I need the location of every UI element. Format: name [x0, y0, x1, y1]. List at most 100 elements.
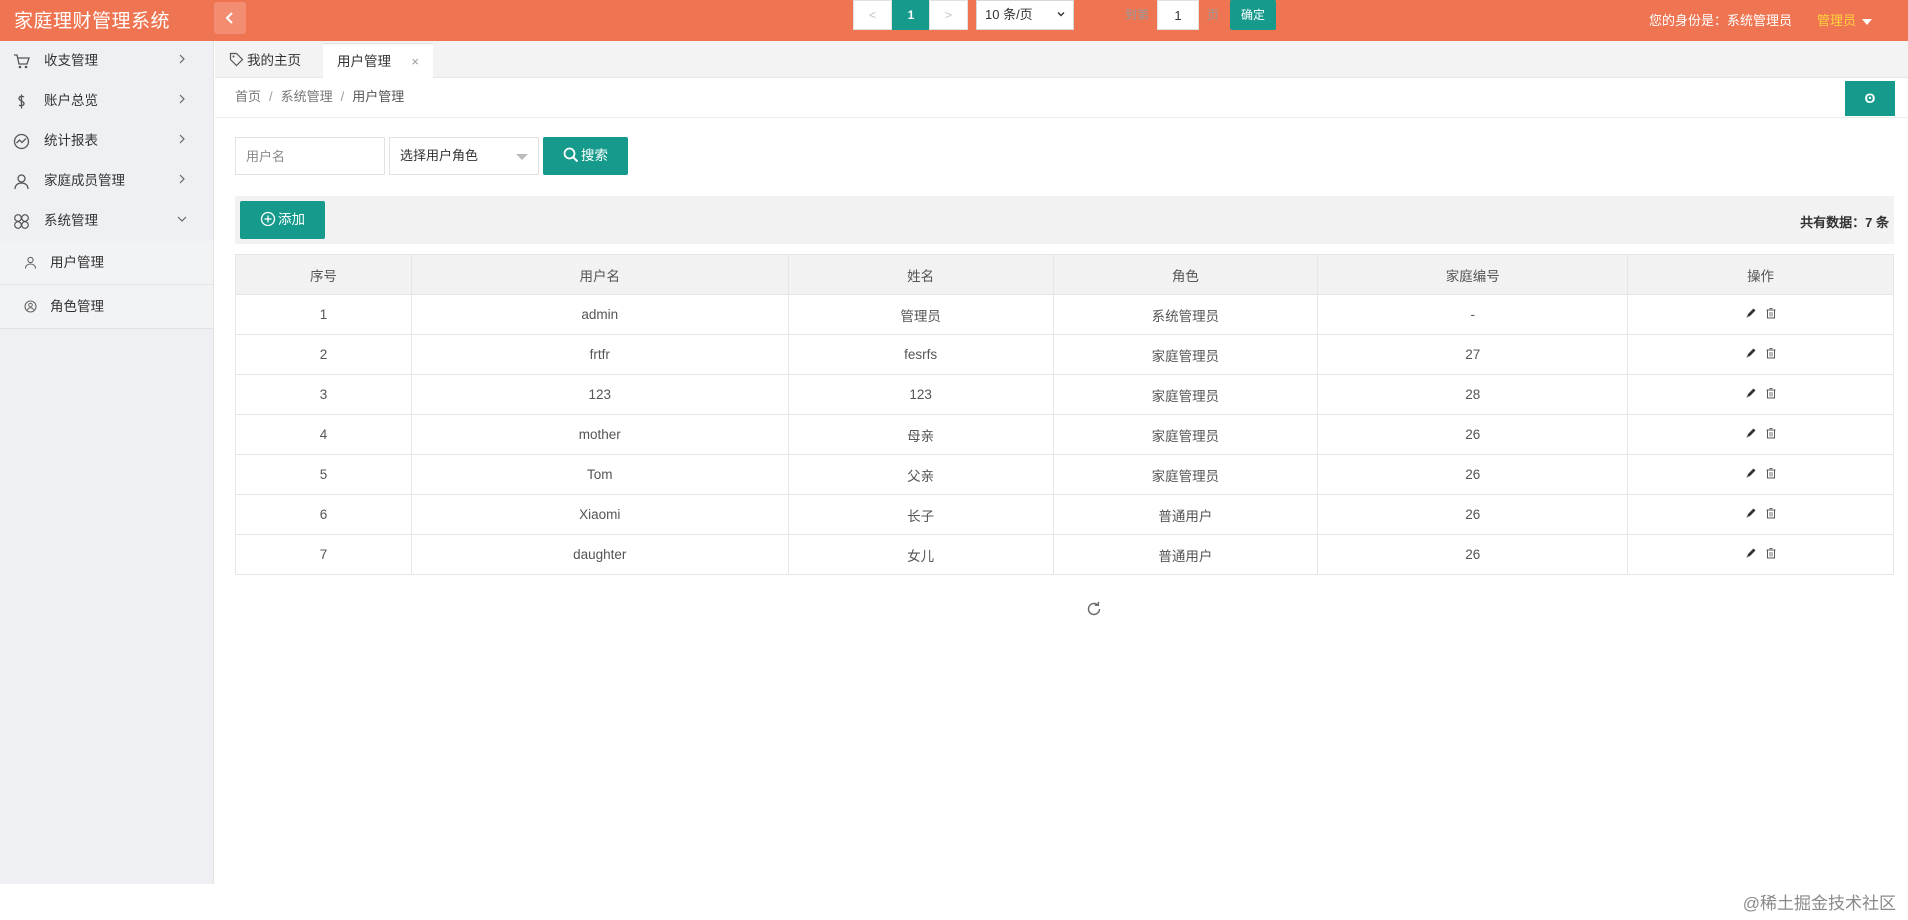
breadcrumb-home[interactable]: 首页 — [235, 89, 261, 104]
tab-user-management[interactable]: 用户管理 × — [323, 43, 433, 78]
sidebar-item-label: 收支管理 — [44, 53, 98, 68]
table-body: 1 admin 管理员 系统管理员 -2 frtfr fesrfs 家庭管理员 27 3 123 12… — [235, 294, 1894, 575]
tab-bar: 我的主页 用户管理 × — [215, 41, 1908, 78]
sidebar-item-reports[interactable]: 统计报表 — [0, 121, 213, 161]
table-cell: 母亲 — [787, 414, 1054, 455]
prev-page-button[interactable]: < — [853, 0, 892, 30]
table-cell: Tom — [410, 454, 789, 495]
trash-icon[interactable] — [1765, 307, 1777, 319]
sidebar-item-system[interactable]: 系统管理 — [0, 201, 213, 241]
trash-icon[interactable] — [1765, 347, 1777, 359]
sidebar-subitem-role-management[interactable]: 角色管理 — [0, 285, 213, 329]
sidebar-subitem-user-management[interactable]: 用户管理 — [0, 241, 213, 285]
table-cell: 女儿 — [787, 534, 1054, 575]
chevron-down-icon — [177, 216, 187, 222]
tag-icon — [229, 52, 244, 67]
trash-icon[interactable] — [1765, 547, 1777, 559]
username-search-input[interactable] — [235, 137, 385, 175]
chevron-right-icon — [179, 94, 185, 104]
table-cell: - — [1317, 294, 1629, 335]
table-toolbar: 添加 共有数据：7 条 — [235, 196, 1894, 244]
edit-icon[interactable] — [1745, 467, 1757, 479]
breadcrumb-current: 用户管理 — [352, 89, 405, 104]
edit-icon[interactable] — [1745, 507, 1757, 519]
table-cell: 普通用户 — [1052, 494, 1319, 535]
page-unit-label: 页 — [1207, 8, 1220, 22]
table-cell: 123 — [410, 374, 789, 415]
edit-icon[interactable] — [1745, 387, 1757, 399]
breadcrumb-separator: / — [340, 89, 345, 104]
table-cell: frtfr — [410, 334, 789, 375]
sidebar: 收支管理 账户总览 统计报表 家庭成员管理 系统管理 用户管理 角色管理 — [0, 41, 214, 884]
user-icon — [14, 174, 29, 190]
table-cell: 123 — [787, 374, 1054, 415]
refresh-icon — [1087, 601, 1101, 616]
page-size-select[interactable]: 10 条/页 — [976, 0, 1074, 30]
table-cell: 普通用户 — [1052, 534, 1319, 575]
edit-icon[interactable] — [1745, 547, 1757, 559]
table-cell: 3 — [235, 374, 412, 415]
table-cell: 28 — [1317, 374, 1629, 415]
add-button[interactable]: 添加 — [240, 201, 325, 239]
column-header: 序号 — [235, 254, 412, 295]
table-header-row: 序号 用户名 姓名 角色 家庭编号 操作 — [235, 254, 1894, 295]
chevron-right-icon — [179, 174, 185, 184]
sidebar-item-family-members[interactable]: 家庭成员管理 — [0, 161, 213, 201]
user-menu[interactable]: 管理员 — [1817, 10, 1872, 29]
chevron-down-icon — [1057, 12, 1065, 17]
column-header: 操作 — [1627, 254, 1894, 295]
edit-icon[interactable] — [1745, 427, 1757, 439]
table-row: 3 123 123 家庭管理员 28 — [235, 374, 1894, 415]
search-button-label: 搜索 — [581, 148, 608, 163]
table-cell: 1 — [235, 294, 412, 335]
table-cell: 管理员 — [787, 294, 1054, 335]
caret-down-icon — [1862, 18, 1872, 25]
role-select[interactable]: 选择用户角色 — [389, 137, 539, 175]
table-cell: 父亲 — [787, 454, 1054, 495]
trash-icon[interactable] — [1765, 387, 1777, 399]
goto-label: 到第 — [1125, 8, 1150, 22]
trash-icon[interactable] — [1765, 427, 1777, 439]
trash-icon[interactable] — [1765, 467, 1777, 479]
breadcrumb: 首页 / 系统管理 / 用户管理 — [235, 86, 404, 105]
table-cell: 26 — [1317, 494, 1629, 535]
table-cell: fesrfs — [787, 334, 1054, 375]
cart-icon — [14, 54, 30, 69]
table-cell: Xiaomi — [410, 494, 789, 535]
table-cell: 27 — [1317, 334, 1629, 375]
goto-page-input[interactable] — [1157, 0, 1199, 30]
actions-cell — [1627, 454, 1894, 495]
goto-confirm-button[interactable]: 确定 — [1230, 0, 1276, 30]
sidebar-item-income-expense[interactable]: 收支管理 — [0, 41, 213, 81]
refresh-page-button[interactable]: ʘ — [1845, 81, 1895, 116]
search-button[interactable]: 搜索 — [543, 137, 628, 175]
tab-label: 我的主页 — [247, 53, 301, 68]
table-row: 7 daughter 女儿 普通用户 26 — [235, 534, 1894, 575]
plus-circle-icon — [260, 211, 276, 227]
table-cell: 家庭管理员 — [1052, 334, 1319, 375]
next-page-button[interactable]: > — [929, 0, 968, 30]
trash-icon[interactable] — [1765, 507, 1777, 519]
refresh-pagination-button[interactable] — [1085, 594, 1105, 624]
sidebar-item-accounts[interactable]: 账户总览 — [0, 81, 213, 121]
table-cell: 7 — [235, 534, 412, 575]
actions-cell — [1627, 294, 1894, 335]
page-size-value: 10 条/页 — [985, 7, 1033, 22]
table-cell: 长子 — [787, 494, 1054, 535]
close-icon[interactable]: × — [411, 44, 419, 79]
actions-cell — [1627, 494, 1894, 535]
actions-cell — [1627, 374, 1894, 415]
table-row: 2 frtfr fesrfs 家庭管理员 27 — [235, 334, 1894, 375]
column-header: 姓名 — [787, 254, 1054, 295]
column-header: 用户名 — [410, 254, 789, 295]
table-cell: 6 — [235, 494, 412, 535]
breadcrumb-system[interactable]: 系统管理 — [281, 89, 333, 104]
user-menu-label: 管理员 — [1816, 13, 1856, 28]
table-cell: admin — [410, 294, 789, 335]
collapse-sidebar-button[interactable] — [214, 2, 246, 34]
edit-icon[interactable] — [1745, 307, 1757, 319]
tab-home[interactable]: 我的主页 — [215, 43, 322, 78]
edit-icon[interactable] — [1745, 347, 1757, 359]
page-1-button[interactable]: 1 — [892, 0, 930, 30]
sidebar-item-label: 账户总览 — [44, 93, 98, 108]
